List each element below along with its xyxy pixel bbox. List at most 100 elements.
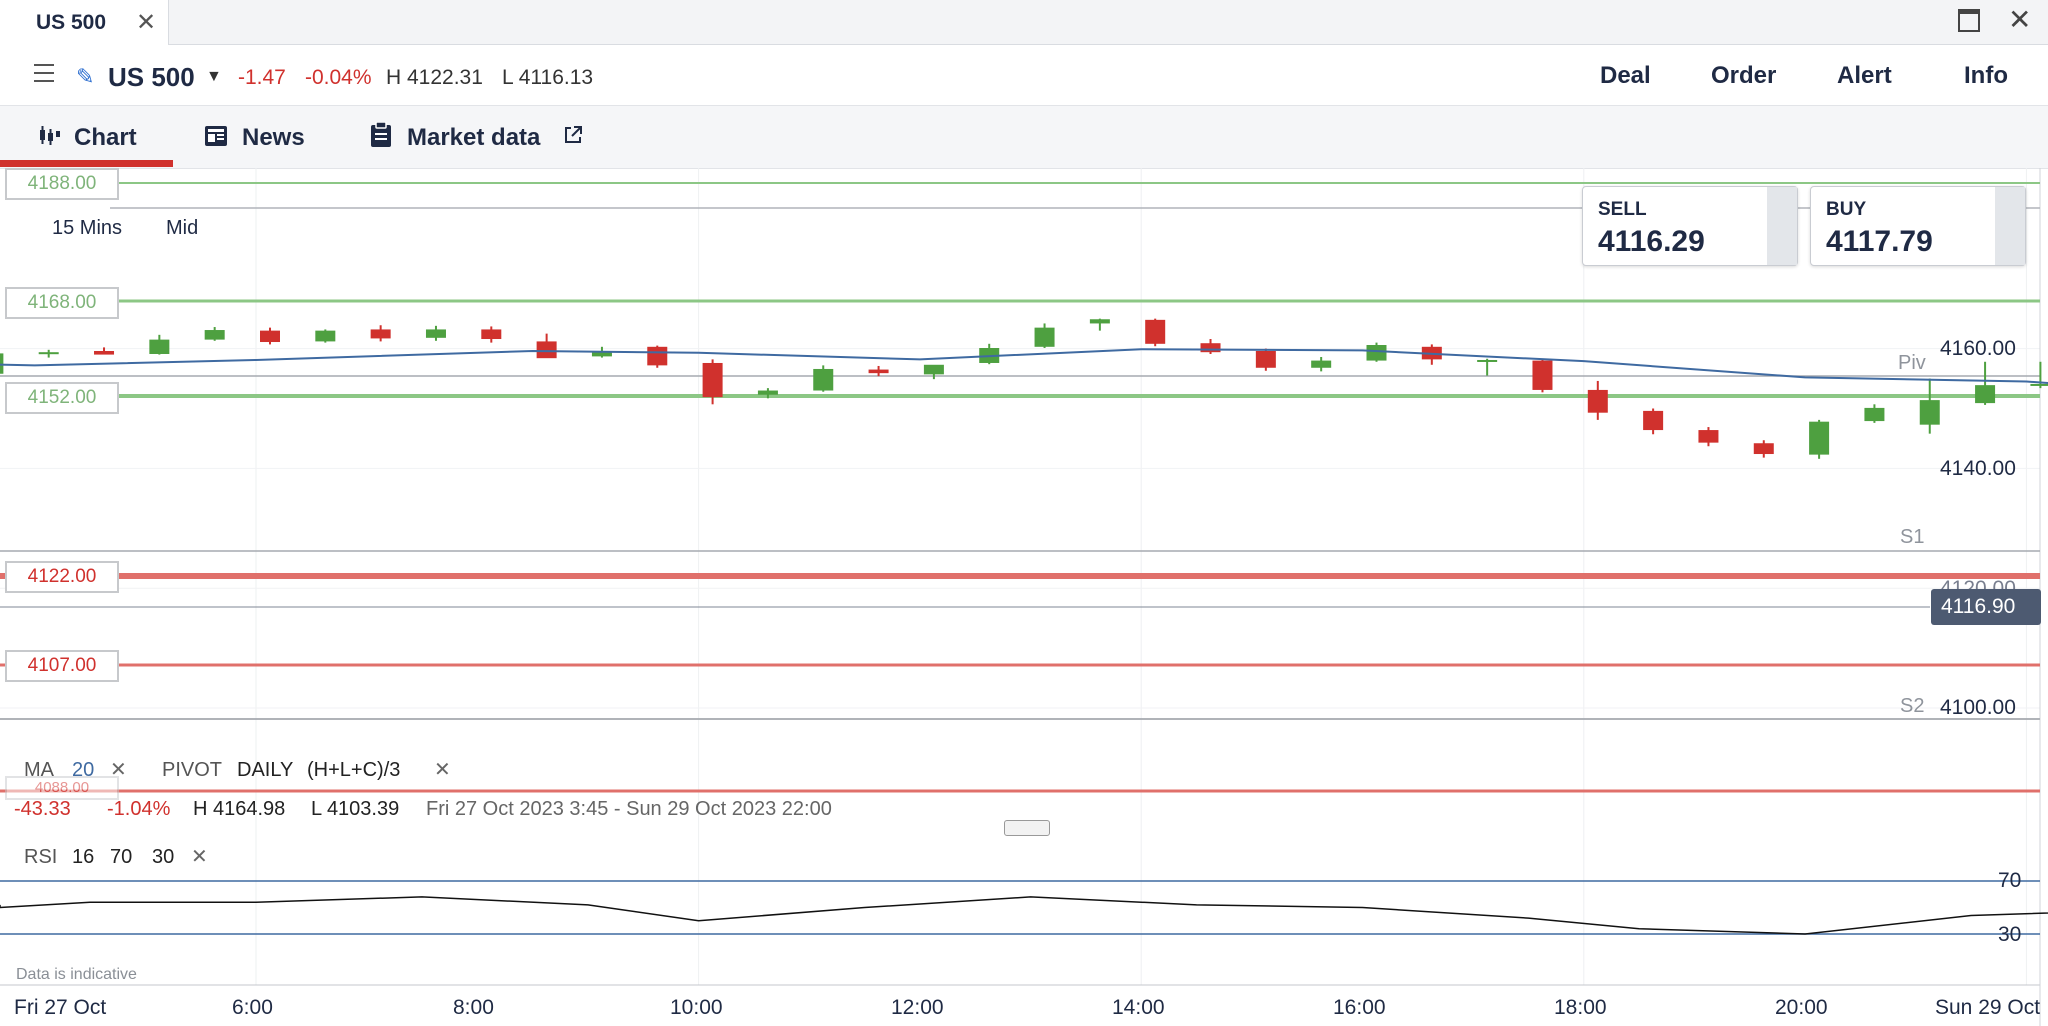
- external-link-icon[interactable]: [563, 125, 583, 150]
- alert-button[interactable]: Alert: [1837, 62, 1892, 90]
- active-tab-indicator: [0, 160, 173, 167]
- level-box[interactable]: 4152.00: [5, 382, 119, 414]
- window-tab-bar: [0, 0, 2048, 45]
- candle-body: [1255, 350, 1276, 368]
- x-axis-label: 16:00: [1333, 996, 1386, 1019]
- candle-body: [2030, 383, 2048, 386]
- rsi-upper-label: 70: [1998, 869, 2022, 892]
- clipboard-icon: [370, 121, 392, 153]
- tab-market-data[interactable]: Market data: [407, 124, 540, 152]
- instrument-name[interactable]: US 500: [108, 62, 195, 93]
- candle-body: [1145, 319, 1166, 344]
- remove-pivot-icon[interactable]: ✕: [434, 757, 451, 782]
- x-axis-label: Fri 27 Oct: [14, 996, 107, 1019]
- current-price-marker: 4116.90: [1931, 589, 2041, 625]
- candle-body: [1809, 421, 1830, 455]
- candle-body: [647, 346, 668, 366]
- sell-ticket[interactable]: SELL 4116.29: [1582, 186, 1798, 266]
- candle-body: [149, 339, 170, 354]
- price-type-selector[interactable]: Mid: [166, 217, 198, 240]
- tab-chart[interactable]: Chart: [74, 124, 137, 152]
- candle-body: [1532, 360, 1553, 390]
- x-axis-label: 6:00: [232, 996, 273, 1019]
- x-axis-label: 12:00: [891, 996, 944, 1019]
- current-price: 4116.90: [1941, 595, 2016, 618]
- summary-low: L 4103.39: [311, 798, 400, 820]
- level-box-hidden[interactable]: 4088.00: [5, 776, 119, 800]
- disclaimer: Data is indicative: [16, 966, 137, 983]
- chevron-down-icon[interactable]: ▼: [206, 68, 222, 86]
- candle-body: [757, 390, 778, 395]
- summary-change-pct: -1.04%: [107, 798, 171, 820]
- ma-line: [0, 348, 2048, 384]
- candle-body: [315, 330, 336, 342]
- level-box[interactable]: 4122.00: [5, 561, 119, 593]
- rsi-legend-upper: 70: [110, 846, 133, 868]
- price-change: -1.47: [238, 66, 286, 89]
- candle-body: [370, 329, 391, 339]
- info-button[interactable]: Info: [1964, 62, 2008, 90]
- candle-body: [425, 329, 446, 338]
- s1-label: S1: [1900, 526, 1925, 548]
- window-tab-title: US 500: [36, 11, 107, 34]
- candle-body: [1311, 360, 1332, 368]
- candle-body: [260, 330, 280, 343]
- price-chart[interactable]: [0, 168, 2048, 1026]
- sell-price: 4116.29: [1598, 225, 1705, 258]
- pane-resize-handle[interactable]: [1004, 820, 1050, 836]
- candle-body: [1643, 410, 1664, 431]
- s2-label: S2: [1900, 695, 1925, 717]
- candle-body: [1698, 430, 1719, 443]
- ma-legend-period: 20: [72, 759, 95, 781]
- window-tab[interactable]: US 500 ✕: [0, 0, 169, 45]
- day-high: H 4122.31: [386, 66, 483, 89]
- maximize-icon[interactable]: [1958, 9, 1980, 32]
- candle-body: [813, 368, 834, 391]
- summary-range: Fri 27 Oct 2023 3:45 - Sun 29 Oct 2023 2…: [426, 798, 832, 820]
- candle-body: [1753, 443, 1774, 455]
- remove-ma-icon[interactable]: ✕: [110, 757, 127, 782]
- tab-news[interactable]: News: [242, 124, 305, 152]
- price-change-pct: -0.04%: [305, 66, 372, 89]
- hamburger-menu-icon[interactable]: [34, 64, 54, 84]
- buy-label: BUY: [1826, 199, 1867, 220]
- candle-body: [536, 341, 557, 359]
- candle-body: [204, 330, 225, 340]
- summary-change: -43.33: [14, 798, 71, 820]
- window-close-icon[interactable]: ✕: [2008, 6, 2031, 34]
- candle-body: [1477, 359, 1498, 362]
- pivot-legend-period: DAILY: [237, 759, 294, 781]
- y-axis-label: 4100.00: [1940, 696, 2016, 719]
- candle-body: [1366, 345, 1387, 361]
- news-icon: [204, 124, 228, 153]
- level-box[interactable]: 4107.00: [5, 650, 119, 682]
- level-box[interactable]: 4188.00: [5, 168, 119, 200]
- view-tabs: [0, 106, 2048, 169]
- candle-body: [481, 329, 502, 340]
- day-low: L 4116.13: [502, 66, 594, 89]
- remove-rsi-icon[interactable]: ✕: [191, 844, 208, 869]
- close-icon[interactable]: ✕: [136, 8, 156, 37]
- candle-body: [94, 350, 115, 355]
- x-axis-label: Sun 29 Oct: [1935, 996, 2041, 1019]
- deal-button[interactable]: Deal: [1600, 62, 1651, 90]
- buy-ticket[interactable]: BUY 4117.79: [1810, 186, 2026, 266]
- candle-body: [1200, 343, 1221, 353]
- x-axis-label: 18:00: [1554, 996, 1607, 1019]
- candle-body: [1587, 389, 1608, 413]
- rsi-legend-lower: 30: [152, 846, 175, 868]
- order-button[interactable]: Order: [1711, 62, 1776, 90]
- level-box[interactable]: 4168.00: [5, 287, 119, 319]
- candle-body: [591, 352, 612, 357]
- pencil-icon[interactable]: ✎: [76, 64, 94, 90]
- pivot-legend-name: PIVOT: [162, 759, 223, 781]
- buy-price: 4117.79: [1826, 225, 1933, 258]
- candle-body: [0, 353, 4, 374]
- candle-body: [38, 352, 59, 355]
- y-axis-label: 4160.00: [1940, 337, 2016, 360]
- x-axis-label: 20:00: [1775, 996, 1828, 1019]
- interval-selector[interactable]: 15 Mins: [52, 217, 122, 240]
- ma-legend-name: MA: [24, 759, 54, 781]
- candle-body: [1919, 400, 1940, 425]
- candle-body: [1975, 385, 1996, 404]
